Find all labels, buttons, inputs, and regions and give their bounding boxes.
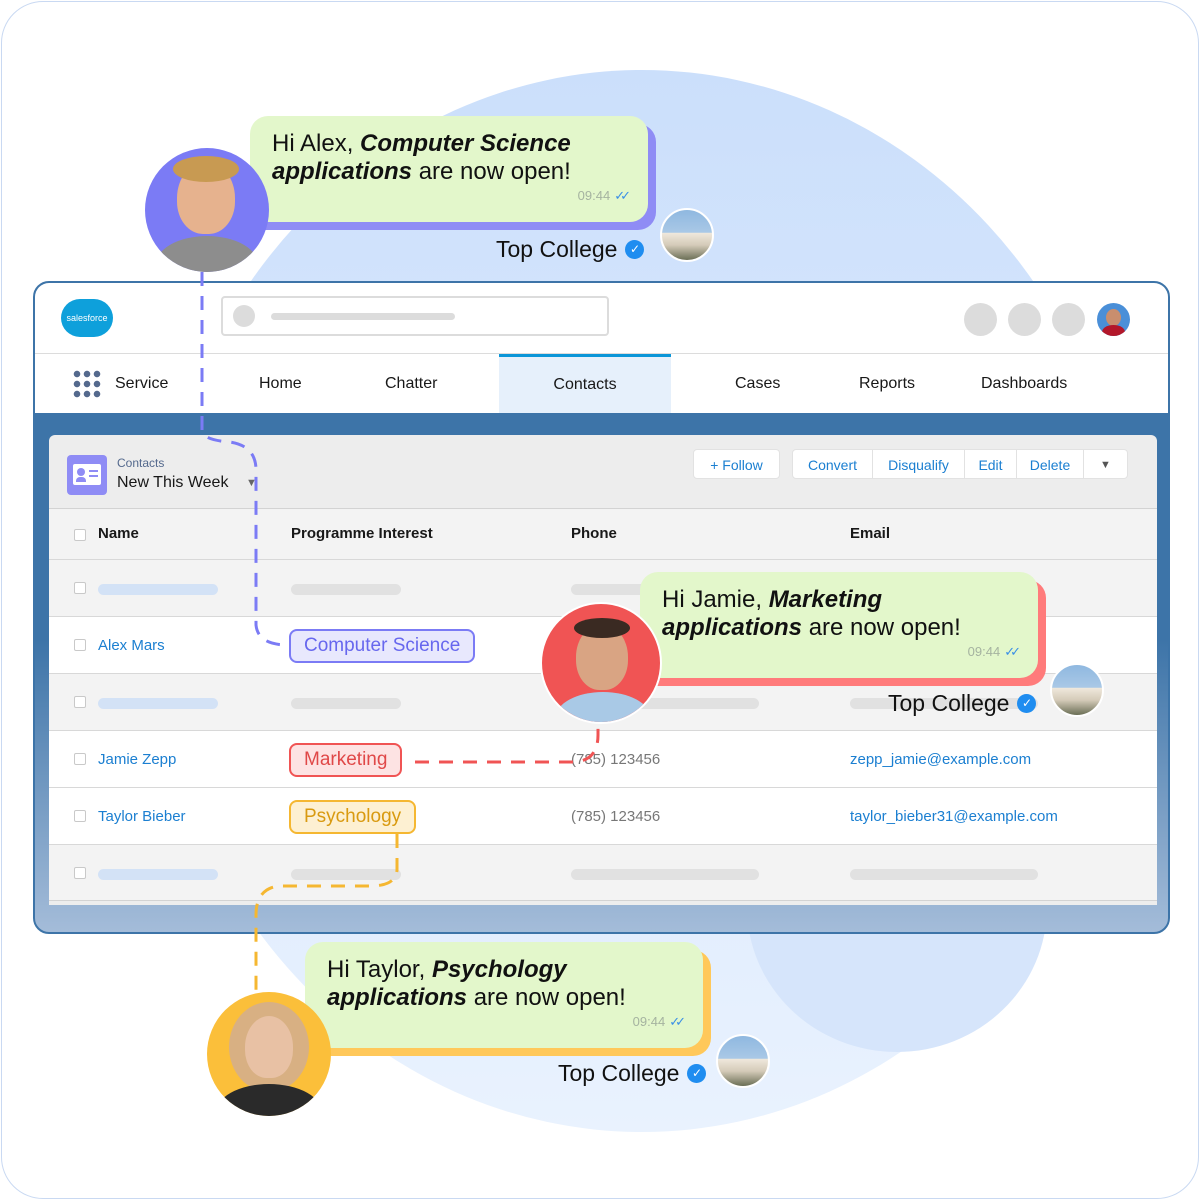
message-bubble-jamie: Hi Jamie, Marketing applications are now… — [640, 572, 1038, 678]
message-time: 09:44 ✓✓ — [577, 188, 631, 203]
message-time: 09:44 ✓✓ — [632, 1014, 686, 1029]
read-receipt-icon: ✓✓ — [1004, 644, 1021, 659]
connector-jamie — [415, 722, 600, 764]
verified-icon: ✓ — [1017, 694, 1037, 713]
avatar-jamie — [540, 602, 662, 724]
avatar-alex — [145, 148, 269, 272]
verified-icon: ✓ — [625, 240, 645, 259]
message-bubble-alex: Hi Alex, Computer Science applications a… — [250, 116, 648, 222]
avatar-taylor — [207, 992, 331, 1116]
sender-label: Top College ✓ — [888, 690, 1037, 717]
read-receipt-icon: ✓✓ — [614, 188, 631, 203]
message-bubble-taylor: Hi Taylor, Psychology applications are n… — [305, 942, 703, 1048]
college-avatar — [1050, 663, 1104, 717]
verified-icon: ✓ — [687, 1064, 707, 1083]
read-receipt-icon: ✓✓ — [669, 1014, 686, 1029]
connector-alex — [200, 272, 289, 647]
college-avatar — [660, 208, 714, 262]
sender-label: Top College ✓ — [496, 236, 645, 263]
sender-label: Top College ✓ — [558, 1060, 707, 1087]
college-avatar — [716, 1034, 770, 1088]
message-time: 09:44 ✓✓ — [967, 644, 1021, 659]
